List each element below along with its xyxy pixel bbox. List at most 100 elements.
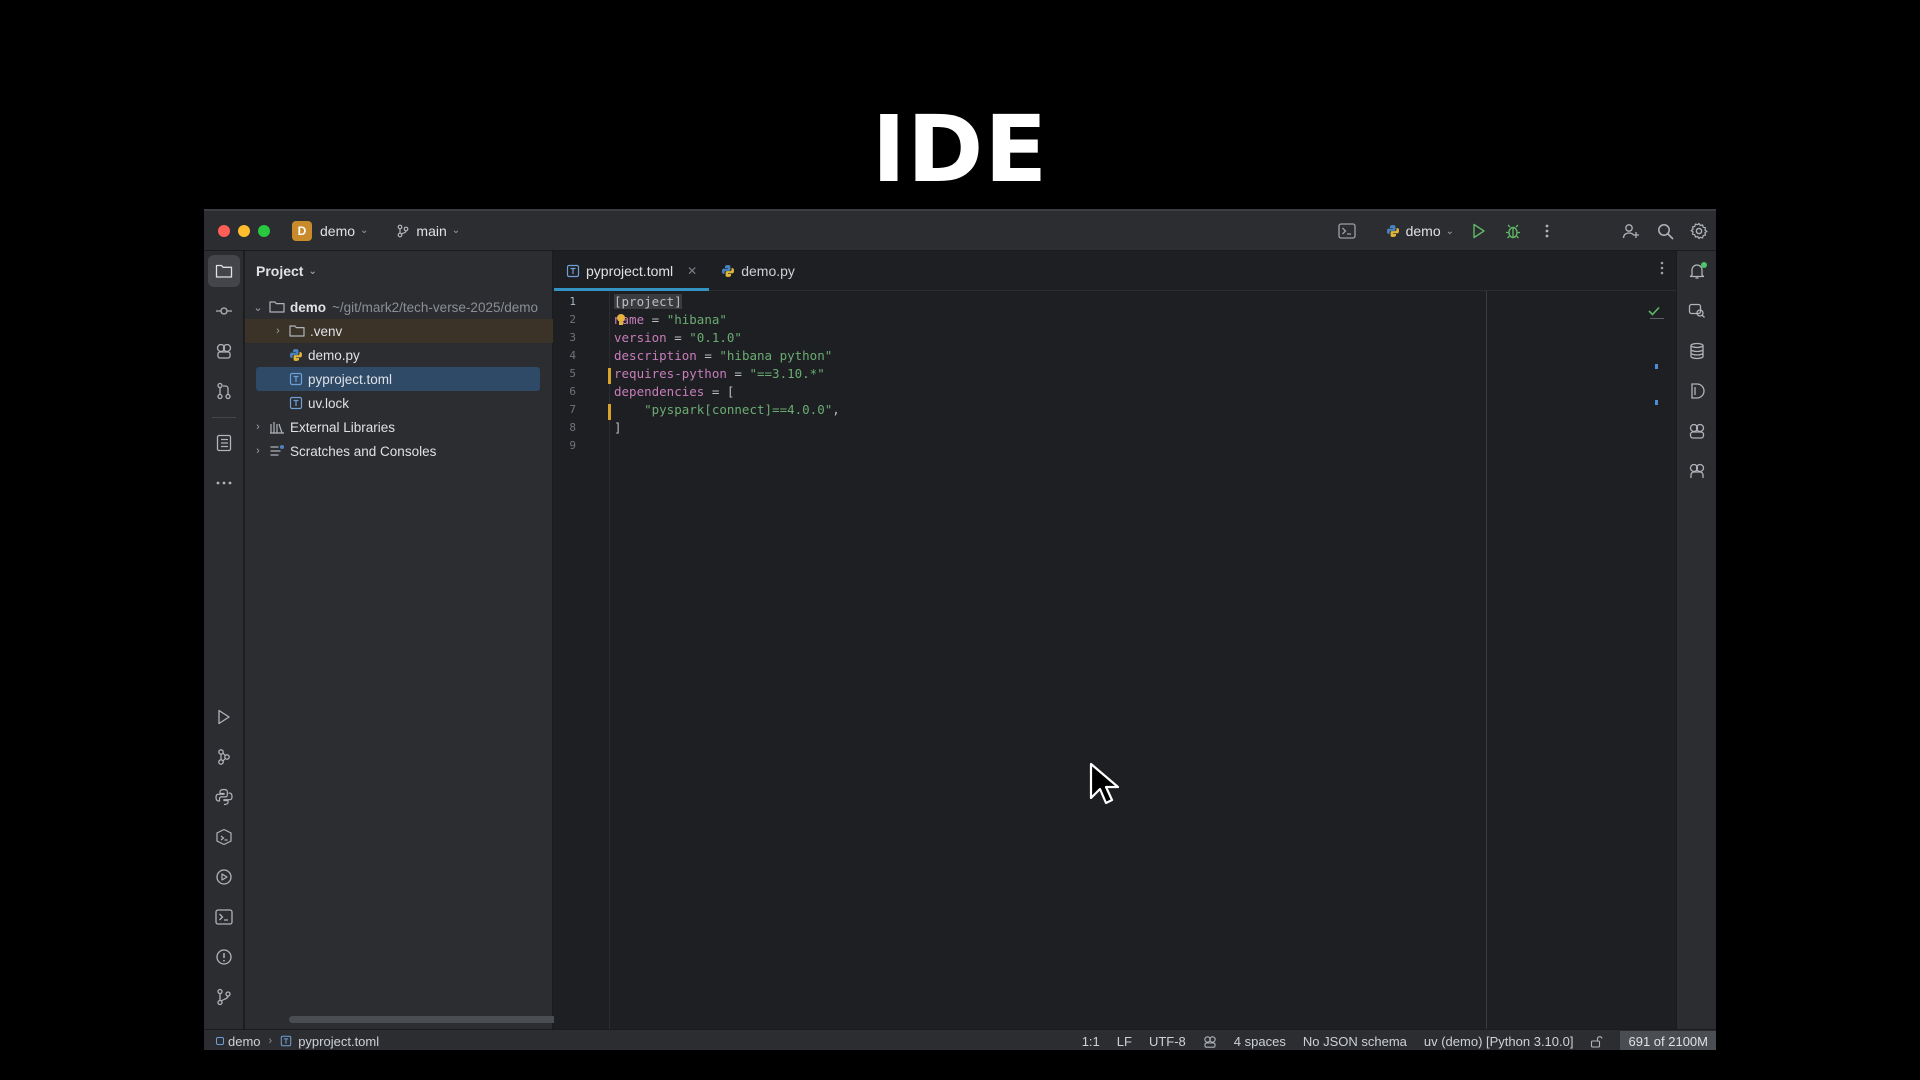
indent-setting[interactable]: 4 spaces [1234,1034,1286,1049]
add-user-icon [1622,224,1639,239]
database-button[interactable] [1681,335,1713,367]
services-tool-button[interactable] [208,741,240,773]
toml-file-icon [566,264,580,278]
lightbulb-icon[interactable] [616,313,626,332]
breadcrumb: demo › pyproject.toml [216,1034,379,1049]
project-panel-header[interactable]: Project ⌄ [245,251,552,291]
python-interpreter[interactable]: uv (demo) [Python 3.10.0] [1424,1034,1574,1049]
run-tool-button[interactable] [208,701,240,733]
chevron-down-icon[interactable]: ⌄ [251,301,265,314]
folder-icon [289,324,305,338]
tree-item-scratches[interactable]: › Scratches and Consoles [245,439,553,463]
ai-assistant-tool-button[interactable] [208,335,240,367]
tree-item-uv-lock[interactable]: uv.lock [245,391,553,415]
project-tool-button[interactable] [208,255,240,287]
python-icon [1386,225,1399,237]
copilot-button[interactable] [1681,415,1713,447]
terminal-icon [215,909,233,925]
commit-icon [216,307,232,315]
more-tools-button[interactable] [208,467,240,499]
more-actions-button[interactable] [1530,214,1564,248]
run-configuration-selector[interactable]: demo ⌄ [1386,223,1454,239]
unlock-icon[interactable] [1590,1035,1604,1048]
toml-file-icon [289,396,303,410]
code-content[interactable]: [project] name = "hibana" version = "0.1… [554,291,1484,1029]
chevron-right-icon[interactable]: › [271,325,285,337]
tree-item-demo-py[interactable]: demo.py [245,343,553,367]
code-line-3: version = "0.1.0" [614,330,742,345]
git-tool-button[interactable] [208,981,240,1013]
breadcrumb-file[interactable]: pyproject.toml [298,1034,379,1049]
horizontal-scrollbar[interactable] [289,1016,581,1023]
python-file-icon [721,264,735,278]
search-everywhere-button[interactable] [1648,214,1682,248]
code-line-1: [project] [614,294,682,309]
ai-assistant-icon [216,343,232,359]
tree-item-pyproject-toml[interactable]: pyproject.toml [256,367,540,391]
project-badge: D [292,220,312,241]
memory-indicator[interactable]: 691 of 2100M [1620,1030,1716,1050]
caret-position[interactable]: 1:1 [1082,1034,1100,1049]
sciview-button[interactable] [1681,375,1713,407]
chevron-right-icon[interactable]: › [251,445,265,457]
tree-item-label: pyproject.toml [308,371,393,387]
minimize-window-button[interactable] [238,224,250,237]
ai-assistant-icon [1689,463,1705,478]
debug-button[interactable] [1496,214,1530,248]
ai-assistant-button[interactable] [1681,455,1713,487]
ai-status-icon[interactable] [1203,1035,1217,1048]
scrollbar-thumb[interactable] [1650,318,1664,319]
right-tool-strip [1676,251,1716,1029]
chevron-right-icon[interactable]: › [251,421,265,433]
more-vertical-icon [1545,224,1549,238]
close-window-button[interactable] [218,224,230,237]
services-icon [218,749,230,765]
editor-tabs: pyproject.toml ✕ demo.py [554,251,1676,291]
project-selector[interactable]: D demo ⌄ [292,220,368,241]
tree-root-demo[interactable]: ⌄ demo ~/git/mark2/tech-verse-2025/demo [245,295,553,319]
code-line-7: "pyspark[connect]==4.0.0", [614,402,840,417]
python-packages-icon [215,788,233,806]
json-schema[interactable]: No JSON schema [1303,1034,1407,1049]
toml-file-icon [280,1035,292,1047]
run-button[interactable] [1462,214,1496,248]
more-horizontal-icon [216,481,232,485]
file-encoding[interactable]: UTF-8 [1149,1034,1186,1049]
python-console-tool-button[interactable] [208,821,240,853]
project-panel: Project ⌄ ⌄ demo ~/git/mark2/tech-verse-… [245,251,581,1029]
line-separator[interactable]: LF [1117,1034,1132,1049]
tree-item-venv[interactable]: › .venv [245,319,553,343]
branch-selector[interactable]: main ⌄ [396,223,460,239]
status-widgets: 1:1 LF UTF-8 4 spaces No JSON schema uv … [1082,1030,1716,1050]
deploy-tool-button[interactable] [208,861,240,893]
terminal-tool-button[interactable] [208,901,240,933]
pull-requests-tool-button[interactable] [208,375,240,407]
tab-options-button[interactable] [1660,261,1664,280]
chevron-down-icon: ⌄ [1445,225,1454,237]
python-console-icon [216,828,232,846]
breadcrumb-root[interactable]: demo [228,1034,261,1049]
right-margin-guide [1486,291,1487,1029]
window-controls [218,224,270,237]
mouse-pointer-icon [1089,762,1120,811]
close-icon[interactable]: ✕ [687,264,697,278]
terminal-button[interactable] [1330,214,1364,248]
folder-icon [215,264,233,278]
code-with-me-button[interactable] [1614,214,1648,248]
scrollbar-change-mark[interactable] [1655,400,1658,405]
structure-tool-button[interactable] [208,427,240,459]
tree-item-external-libraries[interactable]: › External Libraries [245,415,553,439]
maximize-window-button[interactable] [258,224,270,237]
notifications-button[interactable] [1681,255,1713,287]
commit-tool-button[interactable] [208,295,240,327]
ai-chat-button[interactable] [1681,295,1713,327]
tree-item-label: demo.py [308,347,360,363]
tab-pyproject-toml[interactable]: pyproject.toml ✕ [554,251,710,291]
sciview-icon [1691,383,1705,399]
chevron-down-icon: ⌄ [308,265,317,277]
scrollbar-change-mark[interactable] [1655,364,1658,369]
python-packages-tool-button[interactable] [208,781,240,813]
problems-tool-button[interactable] [208,941,240,973]
tab-demo-py[interactable]: demo.py [709,251,807,290]
settings-button[interactable] [1682,214,1716,248]
